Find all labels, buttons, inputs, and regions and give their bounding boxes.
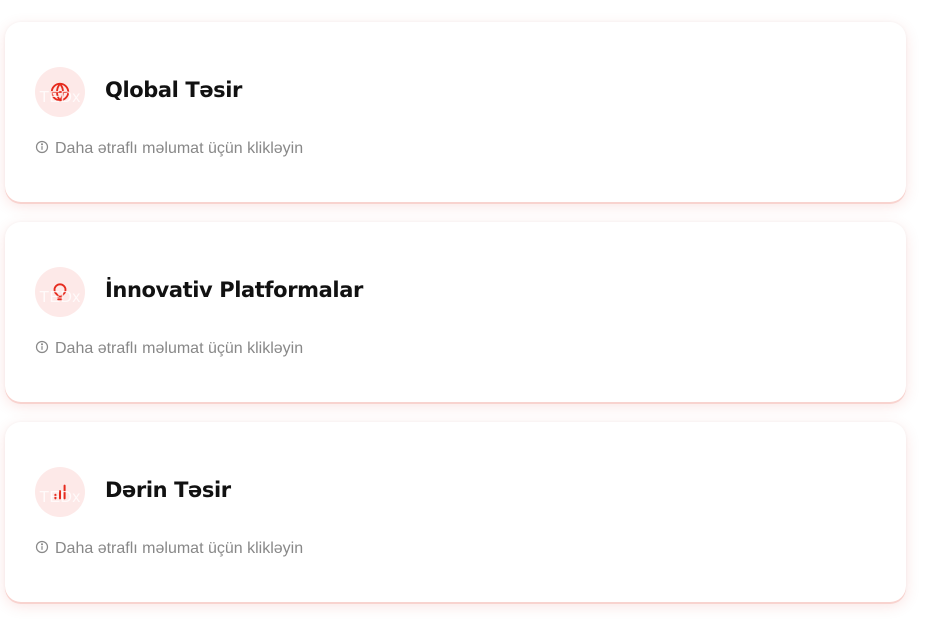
card-title: Qlobal Təsir <box>105 78 243 102</box>
card-title: Dərin Təsir <box>105 478 231 502</box>
card-innovative-platforms[interactable]: TEDx İnnovativ Platformalar Daha ətraflı… <box>5 222 906 402</box>
info-icon <box>35 340 49 354</box>
card-hint: Daha ətraflı məlumat üçün klikləyin <box>35 540 303 558</box>
info-icon <box>35 140 49 154</box>
card-hint: Daha ətraflı məlumat üçün klikləyin <box>35 140 303 158</box>
lightbulb-icon: TEDx <box>35 267 85 317</box>
globe-icon: TEDx <box>35 67 85 117</box>
card-hint-text: Daha ətraflı məlumat üçün klikləyin <box>55 140 304 157</box>
card-hint-text: Daha ətraflı məlumat üçün klikləyin <box>55 340 304 357</box>
card-deep-impact[interactable]: TEDx Dərin Təsir Daha ətraflı məlumat üç… <box>5 422 906 602</box>
card-title: İnnovativ Platformalar <box>105 278 363 302</box>
card-global-impact[interactable]: TEDx Qlobal Təsir Daha ətraflı məlumat ü… <box>5 22 906 202</box>
info-icon <box>35 540 49 554</box>
bar-chart-icon: TEDx <box>35 467 85 517</box>
card-hint-text: Daha ətraflı məlumat üçün klikləyin <box>55 540 304 557</box>
card-hint: Daha ətraflı məlumat üçün klikləyin <box>35 340 303 358</box>
